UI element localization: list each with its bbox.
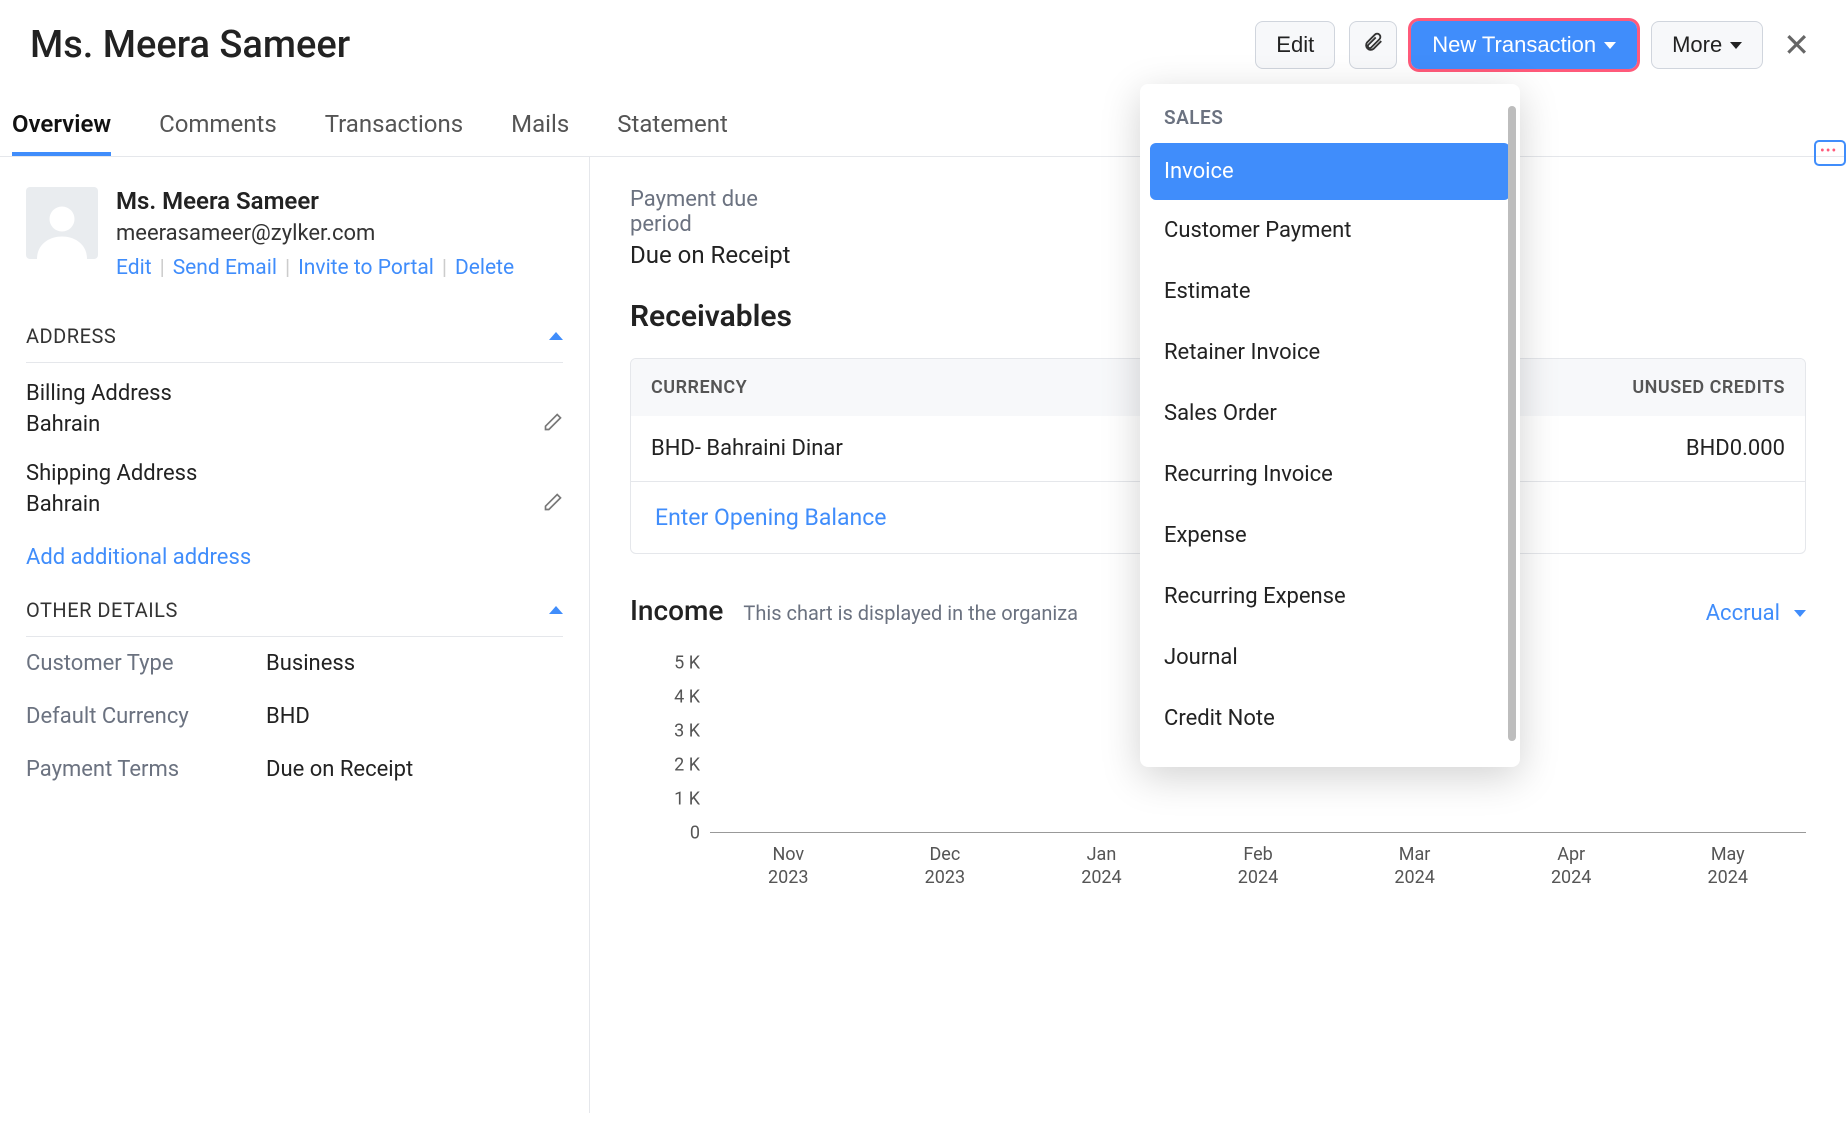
chart-x-axis: Nov2023 Dec2023 Jan2024 Feb2024 Mar2024 … <box>710 843 1806 890</box>
y-tick: 1 K <box>674 789 700 810</box>
other-details-section-header[interactable]: OTHER DETAILS <box>26 580 563 637</box>
x-tick: Feb2024 <box>1180 843 1337 890</box>
new-transaction-highlight: New Transaction <box>1411 21 1637 69</box>
header-buttons: Edit New Transaction More ✕ <box>1255 20 1816 70</box>
y-tick: 0 <box>690 823 700 844</box>
dropdown-item-credit-note[interactable]: Credit Note <box>1140 688 1520 749</box>
dropdown-item-retainer-invoice[interactable]: Retainer Invoice <box>1140 322 1520 383</box>
tab-statement[interactable]: Statement <box>617 110 728 156</box>
detail-label: Customer Type <box>26 651 266 676</box>
contact-send-email-link[interactable]: Send Email <box>173 256 277 280</box>
chevron-up-icon <box>549 606 563 614</box>
x-tick: Jan2024 <box>1023 843 1180 890</box>
attachment-button[interactable] <box>1349 21 1397 69</box>
y-tick: 4 K <box>674 687 700 708</box>
billing-address-label: Billing Address <box>26 381 563 406</box>
shipping-address-block: Shipping Address Bahrain <box>26 443 563 523</box>
address-section-header[interactable]: ADDRESS <box>26 306 563 363</box>
detail-label: Payment Terms <box>26 757 266 782</box>
y-tick: 2 K <box>674 755 700 776</box>
contact-delete-link[interactable]: Delete <box>455 256 514 280</box>
tab-transactions[interactable]: Transactions <box>325 110 463 156</box>
add-address-link[interactable]: Add additional address <box>26 545 251 570</box>
billing-address-block: Billing Address Bahrain <box>26 363 563 443</box>
tab-mails[interactable]: Mails <box>511 110 569 156</box>
detail-value: Business <box>266 651 355 676</box>
chevron-up-icon <box>549 332 563 340</box>
detail-row-customer-type: Customer Type Business <box>26 637 563 690</box>
paperclip-icon <box>1362 30 1384 60</box>
billing-address-value: Bahrain <box>26 412 100 437</box>
contact-invite-link[interactable]: Invite to Portal <box>298 256 434 280</box>
address-heading: ADDRESS <box>26 324 116 348</box>
close-button[interactable]: ✕ <box>1777 20 1816 70</box>
more-button[interactable]: More <box>1651 21 1763 69</box>
close-icon: ✕ <box>1783 27 1810 63</box>
dropdown-heading-sales: SALES <box>1140 98 1520 143</box>
col-currency-header: CURRENCY <box>631 359 1066 416</box>
dropdown-item-recurring-invoice[interactable]: Recurring Invoice <box>1140 444 1520 505</box>
chart-y-axis: 5 K 4 K 3 K 2 K 1 K 0 <box>630 663 710 833</box>
edit-button[interactable]: Edit <box>1255 21 1335 69</box>
tab-comments[interactable]: Comments <box>159 110 277 156</box>
contact-email: meerasameer@zylker.com <box>116 221 514 246</box>
header: Ms. Meera Sameer Edit New Transaction Mo… <box>0 0 1846 80</box>
caret-down-icon <box>1730 42 1742 49</box>
detail-value: Due on Receipt <box>266 757 413 782</box>
dropdown-item-invoice[interactable]: Invoice <box>1150 143 1510 200</box>
x-tick: May2024 <box>1649 843 1806 890</box>
dropdown-item-expense[interactable]: Expense <box>1140 505 1520 566</box>
enter-opening-balance-link[interactable]: Enter Opening Balance <box>655 504 886 531</box>
contact-name: Ms. Meera Sameer <box>116 187 514 215</box>
new-transaction-label: New Transaction <box>1432 32 1596 58</box>
more-label: More <box>1672 32 1722 58</box>
shipping-address-label: Shipping Address <box>26 461 563 486</box>
new-transaction-button[interactable]: New Transaction <box>1411 21 1637 69</box>
sidebar: Ms. Meera Sameer meerasameer@zylker.com … <box>0 157 590 1113</box>
income-title: Income <box>630 594 723 627</box>
y-tick: 5 K <box>674 653 700 674</box>
detail-value: BHD <box>266 704 310 729</box>
detail-row-default-currency: Default Currency BHD <box>26 690 563 743</box>
cell-currency: BHD- Bahraini Dinar <box>631 416 1066 481</box>
tab-overview[interactable]: Overview <box>12 110 111 156</box>
avatar <box>26 187 98 259</box>
dropdown-item-sales-order[interactable]: Sales Order <box>1140 383 1520 444</box>
accrual-dropdown[interactable]: Accrual <box>1706 601 1806 626</box>
caret-down-icon <box>1794 610 1806 617</box>
x-tick: Nov2023 <box>710 843 867 890</box>
dropdown-item-journal[interactable]: Journal <box>1140 627 1520 688</box>
edit-shipping-icon[interactable] <box>543 492 563 517</box>
new-transaction-dropdown: SALES Invoice Customer Payment Estimate … <box>1140 84 1520 767</box>
dropdown-scrollbar[interactable] <box>1508 106 1516 741</box>
caret-down-icon <box>1604 42 1616 49</box>
y-tick: 3 K <box>674 721 700 742</box>
x-tick: Dec2023 <box>867 843 1024 890</box>
dropdown-item-recurring-expense[interactable]: Recurring Expense <box>1140 566 1520 627</box>
contact-actions: Edit| Send Email| Invite to Portal| Dele… <box>116 256 514 280</box>
x-tick: Apr2024 <box>1493 843 1650 890</box>
page-title: Ms. Meera Sameer <box>30 23 1255 67</box>
dropdown-item-estimate[interactable]: Estimate <box>1140 261 1520 322</box>
detail-row-payment-terms: Payment Terms Due on Receipt <box>26 743 563 796</box>
contact-card: Ms. Meera Sameer meerasameer@zylker.com … <box>26 187 563 280</box>
payment-due-label: Payment due period <box>630 187 800 237</box>
dropdown-item-customer-payment[interactable]: Customer Payment <box>1140 200 1520 261</box>
detail-label: Default Currency <box>26 704 266 729</box>
edit-billing-icon[interactable] <box>543 412 563 437</box>
content: Ms. Meera Sameer meerasameer@zylker.com … <box>0 157 1846 1113</box>
other-details-heading: OTHER DETAILS <box>26 598 178 622</box>
x-tick: Mar2024 <box>1336 843 1493 890</box>
shipping-address-value: Bahrain <box>26 492 100 517</box>
tabs: Overview Comments Transactions Mails Sta… <box>0 80 1846 157</box>
contact-edit-link[interactable]: Edit <box>116 256 152 280</box>
accrual-label: Accrual <box>1706 601 1780 626</box>
